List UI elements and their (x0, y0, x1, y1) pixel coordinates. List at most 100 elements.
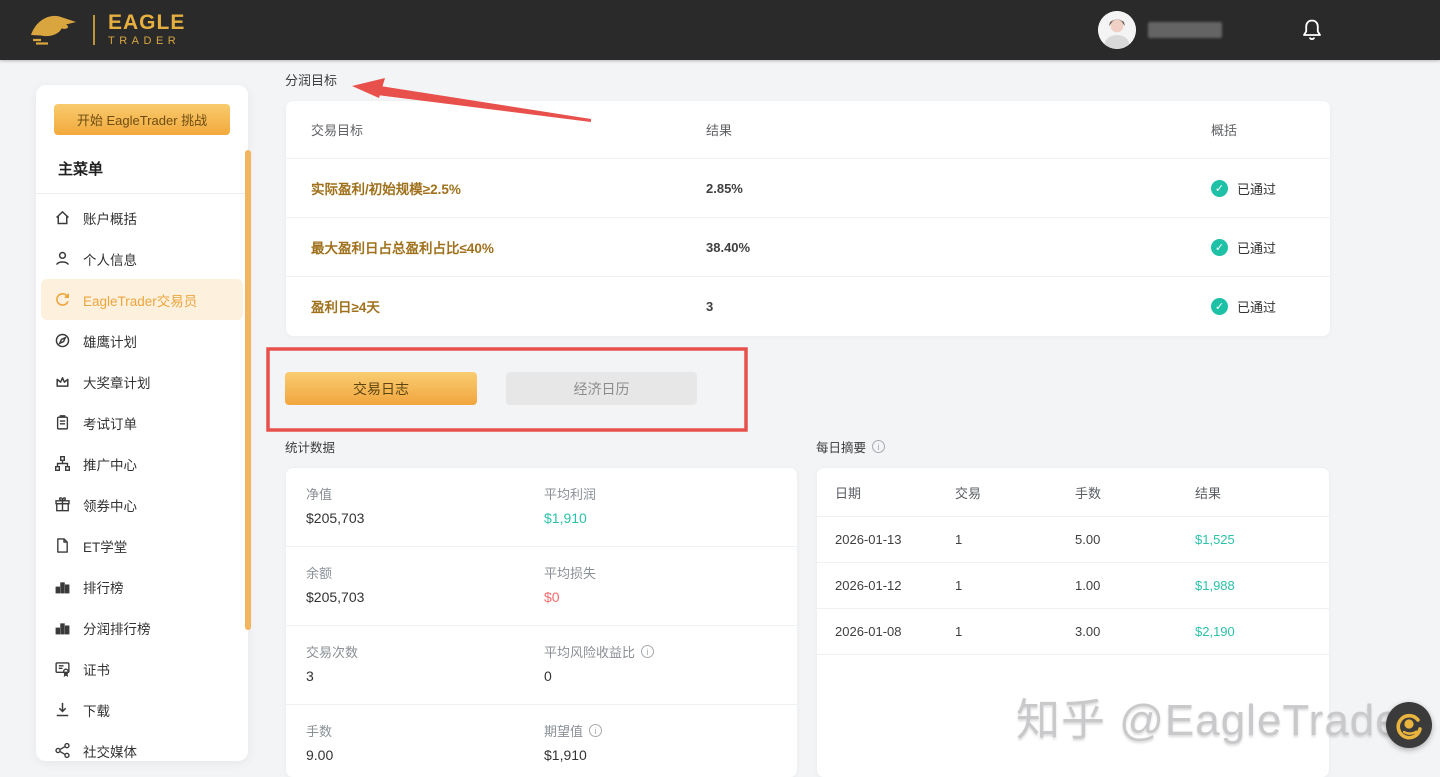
sidebar-item-account-overview[interactable]: 账户概括 (36, 197, 248, 238)
gift-icon (54, 496, 71, 513)
stats-card: 净值 $205,703 平均利润 $1,910 余额 $205,703 平均损失… (285, 467, 798, 777)
sidebar-item-download[interactable]: 下载 (36, 689, 248, 730)
col-summary: 概括 (1211, 120, 1330, 139)
col-result: 结果 (1195, 483, 1313, 502)
sidebar-item-eagletrader-trader[interactable]: EagleTrader交易员 (41, 279, 243, 320)
sidebar-item-label: 排行榜 (83, 577, 124, 597)
info-icon[interactable]: i (872, 440, 885, 453)
clipboard-icon (54, 414, 71, 431)
col-trades: 交易 (955, 483, 1075, 502)
sidebar-item-label: 领券中心 (83, 495, 137, 515)
sidebar-item-label: 下载 (83, 700, 110, 720)
sidebar-section-title: 主菜单 (58, 158, 248, 179)
headset-icon (1394, 710, 1424, 740)
stat-equity: 净值 $205,703 (286, 468, 524, 546)
tab-trade-log[interactable]: 交易日志 (285, 372, 477, 405)
stat-avg-risk-reward: 平均风险收益比i 0 (524, 626, 779, 704)
stat-balance: 余额 $205,703 (286, 547, 524, 625)
stats-title: 统计数据 (285, 437, 335, 456)
sidebar-menu: 账户概括 个人信息 EagleTrader交易员 雄鹰计划 大奖章计划 (36, 197, 248, 771)
red-arrow-annotation (352, 78, 385, 98)
sidebar-item-coupon-center[interactable]: 领券中心 (36, 484, 248, 525)
home-icon (54, 209, 71, 226)
compass-icon (54, 332, 71, 349)
brand-name: EAGLE (108, 12, 185, 34)
sidebar-divider (36, 193, 248, 194)
username-redacted (1148, 22, 1222, 38)
sidebar-item-label: 社交媒体 (83, 741, 137, 761)
sidebar-item-label: 推广中心 (83, 454, 137, 474)
daily-empty-area (817, 654, 1329, 777)
top-bar: EAGLE TRADER (0, 0, 1440, 60)
table-row: 2026-01-08 1 3.00 $2,190 (817, 608, 1329, 654)
sidebar-item-label: 考试订单 (83, 413, 137, 433)
sidebar-item-promotion-center[interactable]: 推广中心 (36, 443, 248, 484)
sidebar-item-social-media[interactable]: 社交媒体 (36, 730, 248, 771)
brand: EAGLE TRADER (26, 9, 185, 52)
brand-subname: TRADER (108, 36, 185, 48)
status-badge: 已通过 (1237, 297, 1276, 316)
daily-summary-card: 日期 交易 手数 结果 2026-01-13 1 5.00 $1,525 202… (816, 467, 1330, 777)
sitemap-icon (54, 455, 71, 472)
chat-support-button[interactable] (1386, 702, 1432, 748)
stat-avg-loss: 平均损失 $0 (524, 547, 779, 625)
certificate-icon (54, 660, 71, 677)
status-badge: 已通过 (1237, 179, 1276, 198)
table-row: 2026-01-12 1 1.00 $1,988 (817, 562, 1329, 608)
sidebar-scrollbar[interactable] (245, 150, 251, 630)
sidebar-item-label: 大奖章计划 (83, 372, 151, 392)
daily-table-header: 日期 交易 手数 结果 (817, 468, 1329, 516)
sidebar-item-certificate[interactable]: 证书 (36, 648, 248, 689)
sidebar-item-label: 个人信息 (83, 249, 137, 269)
sidebar-item-label: EagleTrader交易员 (83, 290, 197, 310)
crown-icon (54, 373, 71, 390)
col-trading-goal: 交易目标 (311, 120, 706, 139)
table-row: 2026-01-13 1 5.00 $1,525 (817, 516, 1329, 562)
sidebar-item-exam-orders[interactable]: 考试订单 (36, 402, 248, 443)
stat-lots: 手数 9.00 (286, 705, 524, 777)
eagle-logo-icon (26, 9, 80, 52)
brand-divider (93, 15, 95, 45)
sidebar-item-profit-leaderboard[interactable]: 分润排行榜 (36, 607, 248, 648)
sidebar: 开始 EagleTrader 挑战 主菜单 账户概括 个人信息 EagleTra… (36, 85, 248, 761)
table-row: 盈利日≥4天 3 ✓ 已通过 (286, 276, 1330, 335)
user-icon (54, 250, 71, 267)
notifications-bell-icon[interactable] (1300, 17, 1324, 43)
table-row: 最大盈利日占总盈利占比≤40% 38.40% ✓ 已通过 (286, 217, 1330, 276)
sidebar-item-et-academy[interactable]: ET学堂 (36, 525, 248, 566)
sidebar-item-label: ET学堂 (83, 536, 127, 556)
podium-icon (54, 619, 71, 636)
info-icon[interactable]: i (641, 645, 654, 658)
sidebar-item-eagle-plan[interactable]: 雄鹰计划 (36, 320, 248, 361)
stat-avg-profit: 平均利润 $1,910 (524, 468, 779, 546)
start-challenge-button[interactable]: 开始 EagleTrader 挑战 (54, 104, 230, 135)
sidebar-item-medallion-plan[interactable]: 大奖章计划 (36, 361, 248, 402)
sidebar-item-leaderboard[interactable]: 排行榜 (36, 566, 248, 607)
check-circle-icon: ✓ (1211, 239, 1228, 256)
sidebar-item-label: 账户概括 (83, 208, 137, 228)
sidebar-item-personal-info[interactable]: 个人信息 (36, 238, 248, 279)
check-circle-icon: ✓ (1211, 180, 1228, 197)
tab-economic-calendar[interactable]: 经济日历 (506, 372, 697, 405)
status-badge: 已通过 (1237, 238, 1276, 257)
col-result: 结果 (706, 120, 1211, 139)
sidebar-item-label: 分润排行榜 (83, 618, 151, 638)
stat-trade-count: 交易次数 3 (286, 626, 524, 704)
refresh-icon (54, 291, 71, 308)
table-row: 实际盈利/初始规模≥2.5% 2.85% ✓ 已通过 (286, 158, 1330, 217)
document-icon (54, 537, 71, 554)
stat-expectancy: 期望值i $1,910 (524, 705, 779, 777)
share-icon (54, 742, 71, 759)
daily-summary-title: 每日摘要i (816, 437, 885, 456)
sidebar-item-label: 证书 (83, 659, 110, 679)
goals-table-header: 交易目标 结果 概括 (286, 101, 1330, 158)
col-lots: 手数 (1075, 483, 1195, 502)
profit-goals-title: 分润目标 (285, 70, 337, 89)
podium-icon (54, 578, 71, 595)
user-avatar[interactable] (1098, 11, 1136, 49)
download-icon (54, 701, 71, 718)
col-date: 日期 (835, 483, 955, 502)
info-icon[interactable]: i (589, 724, 602, 737)
check-circle-icon: ✓ (1211, 298, 1228, 315)
sidebar-item-label: 雄鹰计划 (83, 331, 137, 351)
